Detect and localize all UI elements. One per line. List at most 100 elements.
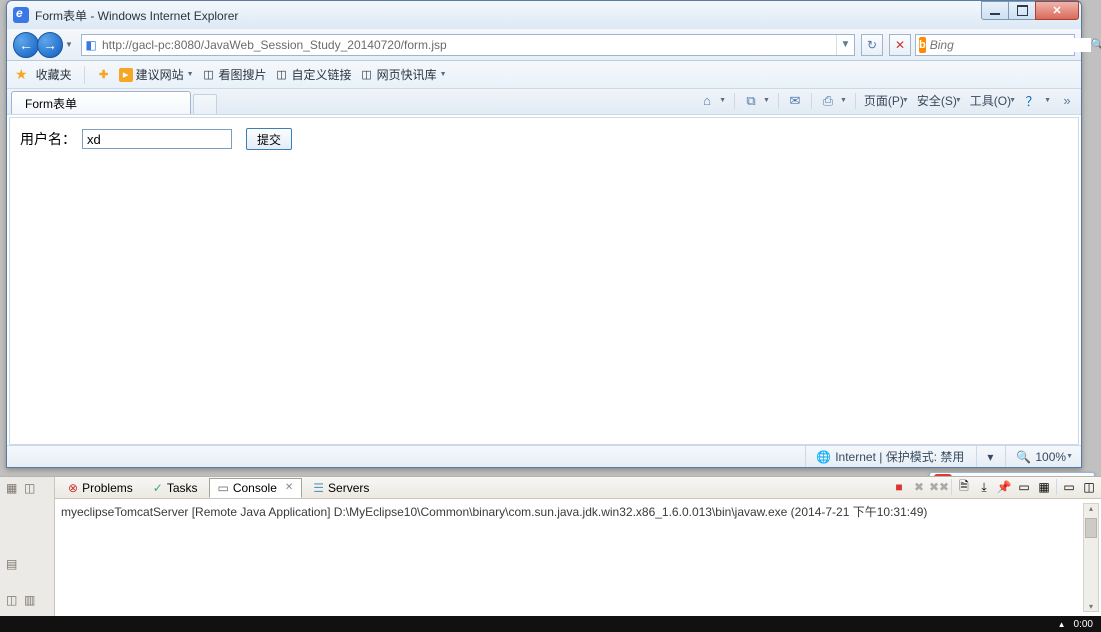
url-input[interactable] bbox=[100, 35, 836, 55]
view-icon[interactable]: ▥ bbox=[24, 593, 40, 609]
view-icon[interactable]: ▤ bbox=[6, 557, 22, 573]
zoom-value: 100% bbox=[1035, 450, 1066, 464]
search-bar[interactable]: b 🔍 bbox=[915, 34, 1075, 56]
terminate-icon[interactable]: ■ bbox=[891, 479, 907, 495]
chevron-down-icon[interactable]: ▼ bbox=[763, 97, 770, 104]
minimize-view-icon[interactable]: ▭ bbox=[1061, 479, 1077, 495]
feeds-icon[interactable]: ⧉ bbox=[743, 93, 759, 109]
search-input[interactable] bbox=[926, 38, 1091, 52]
maximize-view-icon[interactable]: ◫ bbox=[1081, 479, 1097, 495]
separator bbox=[778, 93, 779, 109]
tools-menu[interactable]: 工具(O)▼ bbox=[970, 92, 1016, 109]
fav-item-custom-links[interactable]: ◫自定义链接 bbox=[275, 66, 352, 83]
address-bar[interactable]: ◧ ▼ bbox=[81, 34, 855, 56]
open-console-icon[interactable]: ▦ bbox=[1036, 479, 1052, 495]
view-icon[interactable]: ▦ bbox=[6, 481, 22, 497]
close-icon[interactable]: ✕ bbox=[285, 482, 293, 493]
console-content[interactable]: myeclipseTomcatServer [Remote Java Appli… bbox=[55, 499, 1101, 616]
nav-bar: ← → ▼ ◧ ▼ ↻ ✕ b 🔍 bbox=[7, 29, 1081, 61]
tab-console[interactable]: ▭Console✕ bbox=[209, 478, 303, 498]
print-icon[interactable]: ⎙ bbox=[820, 93, 836, 109]
home-icon[interactable]: ⌂ bbox=[699, 93, 715, 109]
nav-history-dropdown[interactable]: ▼ bbox=[65, 40, 77, 49]
back-button[interactable]: ← bbox=[13, 32, 39, 58]
address-dropdown[interactable]: ▼ bbox=[836, 35, 854, 55]
servers-icon: ☰ bbox=[313, 481, 324, 495]
nav-buttons: ← → ▼ bbox=[13, 32, 77, 58]
bookmark-icon: ▸ bbox=[119, 68, 133, 82]
username-label: 用户名： bbox=[20, 129, 76, 149]
console-toolbar: ■ ✖ ✖✖ 🗎 ⤓ 📌 ▭ ▦ ▭ ◫ bbox=[891, 479, 1097, 495]
favorites-star-icon[interactable]: ★ bbox=[15, 66, 28, 83]
display-console-icon[interactable]: ▭ bbox=[1016, 479, 1032, 495]
fav-item-image-search[interactable]: ◫看图搜片 bbox=[202, 66, 267, 83]
chevron-down-icon[interactable]: ▼ bbox=[719, 97, 726, 104]
scroll-lock-icon[interactable]: ⤓ bbox=[976, 479, 992, 495]
username-input[interactable] bbox=[82, 129, 232, 149]
chevron-down-icon[interactable]: ▼ bbox=[1044, 97, 1051, 104]
zone-indicator[interactable]: 🌐 Internet | 保护模式: 禁用 bbox=[805, 446, 964, 467]
remove-launch-icon[interactable]: ✖ bbox=[911, 479, 927, 495]
help-icon[interactable]: ？ bbox=[1024, 93, 1040, 109]
add-favorite-icon[interactable]: ✚ bbox=[97, 68, 111, 82]
separator bbox=[855, 93, 856, 109]
separator bbox=[1056, 479, 1057, 495]
problems-icon: ⊗ bbox=[68, 481, 78, 495]
stop-button[interactable]: ✕ bbox=[889, 34, 911, 56]
expand-icon[interactable]: » bbox=[1059, 93, 1075, 109]
zoom-icon: 🔍 bbox=[1016, 450, 1031, 464]
eclipse-tabbar: ⊗Problems ✓Tasks ▭Console✕ ☰Servers ■ ✖ … bbox=[55, 477, 1101, 499]
bookmark-icon: ◫ bbox=[202, 68, 216, 82]
scrollbar-thumb[interactable] bbox=[1085, 518, 1097, 538]
tray-arrow-icon[interactable]: ▲ bbox=[1058, 620, 1066, 629]
tab-problems[interactable]: ⊗Problems bbox=[59, 478, 142, 498]
remove-all-icon[interactable]: ✖✖ bbox=[931, 479, 947, 495]
ie-window: Form表单 - Windows Internet Explorer ← → ▼… bbox=[6, 0, 1082, 468]
submit-button[interactable]: 提交 bbox=[246, 128, 292, 150]
zoom-control[interactable]: 🔍 100% ▼ bbox=[1005, 446, 1073, 467]
fav-item-web-slices[interactable]: ◫网页快讯库▼ bbox=[360, 66, 447, 83]
clock[interactable]: 0:00 bbox=[1074, 619, 1093, 630]
bookmark-icon: ◫ bbox=[360, 68, 374, 82]
pin-console-icon[interactable]: 📌 bbox=[996, 479, 1012, 495]
eclipse-main: ⊗Problems ✓Tasks ▭Console✕ ☰Servers ■ ✖ … bbox=[55, 477, 1101, 616]
username-form: 用户名： 提交 bbox=[20, 128, 1068, 150]
clear-console-icon[interactable]: 🗎 bbox=[956, 479, 972, 495]
minimize-button[interactable] bbox=[981, 1, 1009, 20]
tab-row: Form表单 ⌂ ▼ ⧉ ▼ ✉ ⎙ ▼ 页面(P)▼ 安全(S)▼ 工具(O)▼ ？… bbox=[7, 89, 1081, 115]
mail-icon[interactable]: ✉ bbox=[787, 93, 803, 109]
safety-menu[interactable]: 安全(S)▼ bbox=[917, 92, 962, 109]
console-icon: ▭ bbox=[218, 481, 229, 495]
view-icon[interactable]: ◫ bbox=[24, 481, 40, 497]
chevron-down-icon[interactable]: ▼ bbox=[840, 97, 847, 104]
close-button[interactable] bbox=[1035, 1, 1079, 20]
search-go-button[interactable]: 🔍 bbox=[1091, 38, 1101, 51]
refresh-button[interactable]: ↻ bbox=[861, 34, 883, 56]
page-content: 用户名： 提交 bbox=[9, 117, 1079, 445]
scrollbar[interactable] bbox=[1083, 503, 1099, 612]
fav-label-slices: 网页快讯库 bbox=[377, 66, 437, 83]
maximize-button[interactable] bbox=[1008, 1, 1036, 20]
taskbar[interactable]: ▲ 0:00 bbox=[0, 616, 1101, 632]
page-menu[interactable]: 页面(P)▼ bbox=[864, 92, 909, 109]
tab-tasks[interactable]: ✓Tasks bbox=[144, 478, 207, 498]
fav-item-suggested[interactable]: ▸建议网站▼ bbox=[119, 66, 194, 83]
favorites-label[interactable]: 收藏夹 bbox=[36, 66, 72, 83]
separator bbox=[734, 93, 735, 109]
dropdown-icon: ▾ bbox=[987, 450, 993, 464]
protected-mode-dropdown[interactable]: ▾ bbox=[976, 446, 993, 467]
status-bar: 🌐 Internet | 保护模式: 禁用 ▾ 🔍 100% ▼ bbox=[7, 445, 1081, 467]
separator bbox=[84, 66, 85, 84]
console-output: myeclipseTomcatServer [Remote Java Appli… bbox=[61, 505, 927, 519]
forward-button[interactable]: → bbox=[37, 32, 63, 58]
tab-servers[interactable]: ☰Servers bbox=[304, 478, 378, 498]
titlebar[interactable]: Form表单 - Windows Internet Explorer bbox=[7, 1, 1081, 29]
tab-form[interactable]: Form表单 bbox=[11, 91, 191, 114]
view-icon[interactable]: ◫ bbox=[6, 593, 22, 609]
new-tab-button[interactable] bbox=[193, 94, 217, 114]
window-title: Form表单 - Windows Internet Explorer bbox=[35, 7, 238, 24]
bing-icon: b bbox=[919, 37, 926, 53]
fav-label-image: 看图搜片 bbox=[219, 66, 267, 83]
ie-logo-icon bbox=[13, 7, 29, 23]
fav-label-suggested: 建议网站 bbox=[136, 66, 184, 83]
